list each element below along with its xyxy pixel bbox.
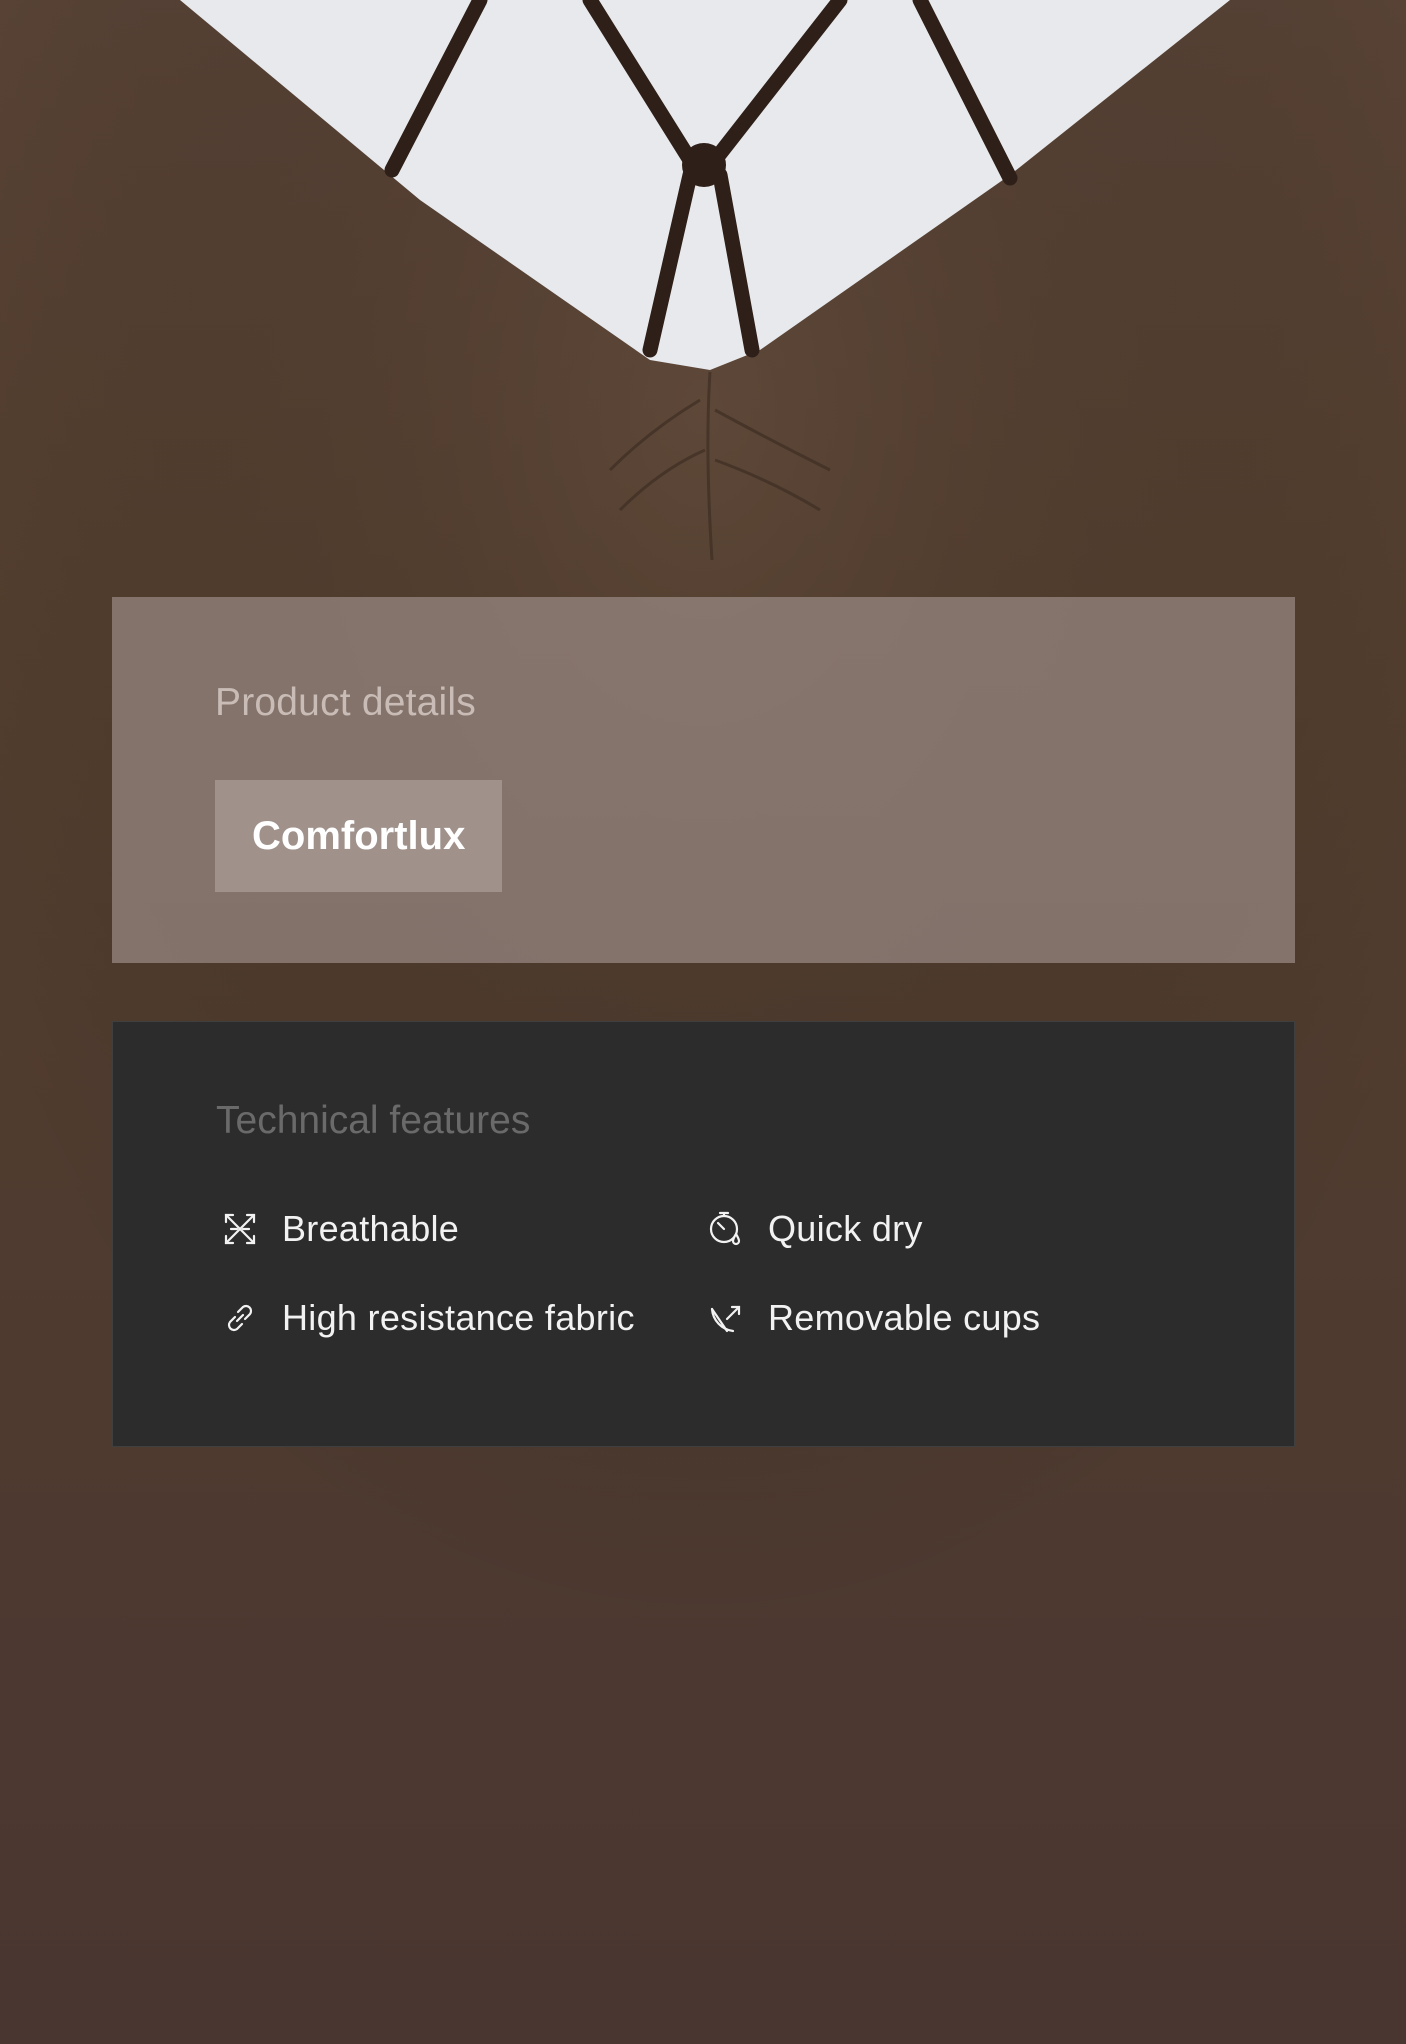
- feature-quick-dry: Quick dry: [706, 1206, 923, 1252]
- breathable-icon: [220, 1209, 260, 1249]
- removable-cups-icon: [706, 1298, 746, 1338]
- product-details-panel: Product details Comfortlux: [112, 597, 1295, 963]
- feature-breathable: Breathable: [220, 1206, 459, 1252]
- feature-label: High resistance fabric: [282, 1297, 635, 1338]
- feature-removable-cups: Removable cups: [706, 1295, 1040, 1341]
- feature-label: Quick dry: [768, 1208, 923, 1249]
- product-details-title: Product details: [215, 681, 476, 724]
- brand-label: Comfortlux: [252, 813, 466, 858]
- product-page: Product details Comfortlux Technical fea…: [0, 0, 1406, 2044]
- feature-label: Removable cups: [768, 1297, 1041, 1338]
- quick-dry-icon: [706, 1209, 746, 1249]
- brand-chip[interactable]: Comfortlux: [215, 780, 503, 892]
- technical-features-title: Technical features: [216, 1099, 531, 1142]
- feature-label: Breathable: [282, 1208, 460, 1249]
- feature-high-resistance-fabric: High resistance fabric: [220, 1295, 635, 1341]
- technical-features-panel: Technical features Breathable Quick dry …: [112, 1021, 1295, 1447]
- link-icon: [220, 1298, 260, 1338]
